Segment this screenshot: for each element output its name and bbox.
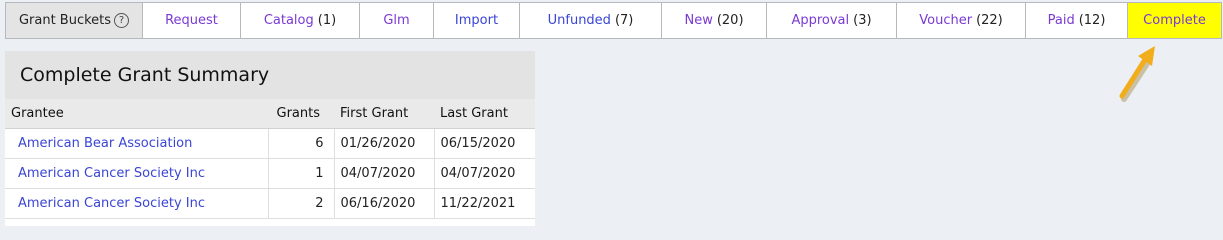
column-header-first-grant[interactable]: First Grant: [334, 99, 434, 129]
first-grant-cell: 04/07/2020: [334, 158, 435, 189]
tab-label: Paid: [1047, 13, 1075, 28]
tab-count: (7): [614, 13, 634, 28]
last-grant-cell: 06/15/2020: [434, 128, 535, 159]
first-grant-cell: 06/16/2020: [334, 188, 435, 219]
column-header-last-grant[interactable]: Last Grant: [434, 99, 535, 129]
help-icon[interactable]: ?: [114, 13, 130, 28]
column-header-grantee[interactable]: Grantee: [5, 99, 268, 129]
tab-label: Glm: [383, 13, 410, 28]
tab-count: (1): [317, 13, 337, 28]
tab-label: Unfunded: [547, 13, 611, 28]
column-header-grants[interactable]: Grants: [268, 99, 334, 129]
grantee-cell: American Cancer Society Inc: [5, 188, 269, 219]
tab-request[interactable]: Request: [143, 3, 241, 38]
grants-count-cell: 6: [268, 128, 335, 159]
table-row: American Cancer Society Inc 1 04/07/2020…: [5, 158, 535, 189]
tab-count: (12): [1078, 13, 1106, 28]
tab-import[interactable]: Import: [434, 3, 520, 38]
tab-catalog[interactable]: Catalog (1): [241, 3, 360, 38]
tab-approval[interactable]: Approval (3): [767, 3, 897, 38]
tab-label: New: [684, 13, 713, 28]
first-grant-cell: 01/26/2020: [334, 128, 435, 159]
grants-count-cell: 1: [268, 158, 335, 189]
table-row: American Bear Association 6 01/26/2020 0…: [5, 128, 535, 159]
grantee-link[interactable]: American Cancer Society Inc: [18, 196, 205, 211]
grantee-cell: American Bear Association: [5, 128, 269, 159]
tab-label: Complete: [1143, 13, 1206, 28]
grant-buckets-bar: Grant Buckets ? Request Catalog (1) Glm …: [5, 2, 1222, 39]
table-header-row: Grantee Grants First Grant Last Grant: [5, 99, 535, 129]
grants-count-cell: 2: [268, 188, 335, 219]
tab-unfunded[interactable]: Unfunded (7): [520, 3, 662, 38]
complete-grant-summary-panel: Complete Grant Summary Grantee Grants Fi…: [5, 51, 535, 226]
grantee-cell: American Cancer Society Inc: [5, 158, 269, 189]
arrow-annotation-icon: [1119, 46, 1155, 102]
tab-new[interactable]: New (20): [662, 3, 767, 38]
tab-label: Import: [454, 13, 499, 28]
tab-label: Request: [165, 13, 218, 28]
last-grant-cell: 11/22/2021: [434, 188, 535, 219]
grant-buckets-label: Grant Buckets: [18, 13, 112, 28]
grantee-link[interactable]: American Bear Association: [18, 136, 192, 151]
tab-paid[interactable]: Paid (12): [1026, 3, 1128, 38]
tab-voucher[interactable]: Voucher (22): [897, 3, 1026, 38]
tab-complete[interactable]: Complete: [1128, 3, 1221, 38]
tab-count: (20): [716, 13, 744, 28]
grantee-link[interactable]: American Cancer Society Inc: [18, 166, 205, 181]
tab-glm[interactable]: Glm: [360, 3, 434, 38]
grant-summary-table: Grantee Grants First Grant Last Grant Am…: [5, 99, 535, 219]
tab-label: Approval: [791, 13, 850, 28]
tab-label: Catalog: [263, 13, 314, 28]
tab-label: Voucher: [919, 13, 973, 28]
panel-title: Complete Grant Summary: [5, 51, 535, 99]
tab-count: (3): [853, 13, 872, 28]
tab-count: (22): [976, 13, 1003, 28]
last-grant-cell: 04/07/2020: [434, 158, 535, 189]
grant-buckets-label-cell: Grant Buckets ?: [6, 3, 143, 38]
table-row: American Cancer Society Inc 2 06/16/2020…: [5, 188, 535, 219]
